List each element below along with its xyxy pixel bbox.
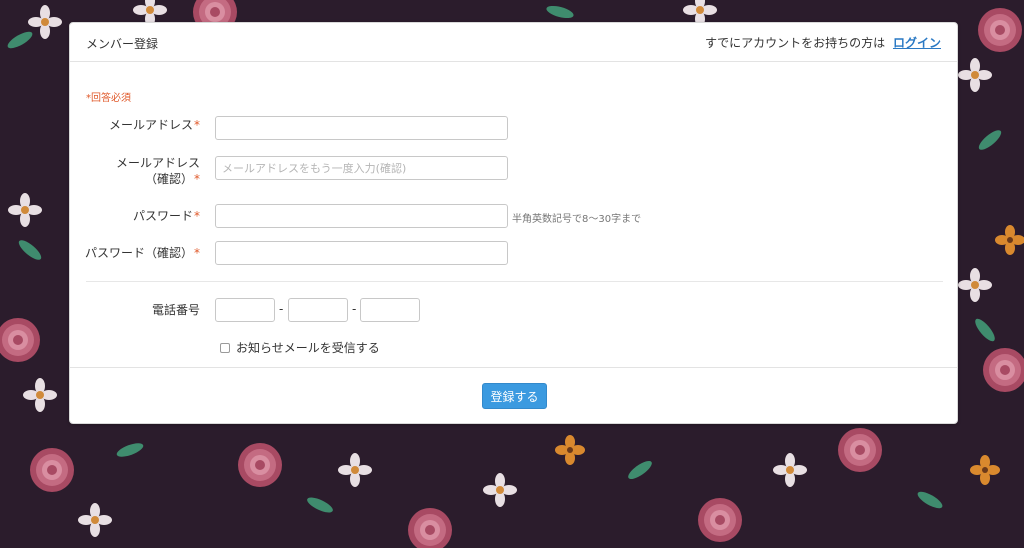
phone-part3-input[interactable]	[360, 298, 420, 322]
required-mark: *	[194, 209, 200, 223]
phone-separator: -	[352, 302, 357, 316]
password-confirm-label: パスワード（確認）*	[80, 245, 200, 261]
phone-label: 電話番号	[151, 303, 200, 317]
page-title: メンバー登録	[86, 37, 159, 51]
card-header: メンバー登録 すでにアカウントをお持ちの方は ログイン	[70, 23, 957, 62]
email-label-text: メールアドレス	[108, 118, 193, 132]
required-mark: *	[194, 118, 200, 132]
login-prompt-text: すでにアカウントをお持ちの方は	[705, 36, 886, 50]
login-prompt: すでにアカウントをお持ちの方は ログイン	[705, 34, 941, 51]
footer-divider	[70, 367, 957, 368]
password-input[interactable]	[215, 204, 508, 228]
login-link[interactable]: ログイン	[893, 36, 941, 50]
registration-card: メンバー登録 すでにアカウントをお持ちの方は ログイン *回答必須 メールアドレ…	[69, 22, 958, 424]
required-mark: *	[194, 246, 200, 260]
password-label-text: パスワード	[132, 209, 193, 223]
newsletter-checkbox[interactable]	[220, 343, 230, 353]
email-input[interactable]	[215, 116, 508, 140]
section-divider	[86, 281, 943, 282]
password-confirm-label-text: パスワード（確認）	[84, 246, 193, 260]
email-confirm-label-line2: （確認）	[144, 172, 193, 186]
email-confirm-label: メールアドレス （確認）*	[80, 155, 200, 187]
password-hint: 半角英数記号で8～30字まで	[512, 214, 642, 225]
newsletter-label[interactable]: お知らせメールを受信する	[236, 339, 380, 356]
required-note: *回答必須	[86, 93, 131, 104]
password-label: パスワード*	[80, 208, 200, 224]
phone-separator: -	[279, 302, 284, 316]
required-mark: *	[194, 172, 200, 186]
email-label: メールアドレス*	[80, 117, 200, 133]
email-confirm-input[interactable]	[215, 156, 508, 180]
phone-part2-input[interactable]	[288, 298, 348, 322]
register-button[interactable]: 登録する	[482, 383, 547, 409]
email-confirm-label-line1: メールアドレス	[115, 156, 200, 170]
password-confirm-input[interactable]	[215, 241, 508, 265]
phone-part1-input[interactable]	[215, 298, 275, 322]
